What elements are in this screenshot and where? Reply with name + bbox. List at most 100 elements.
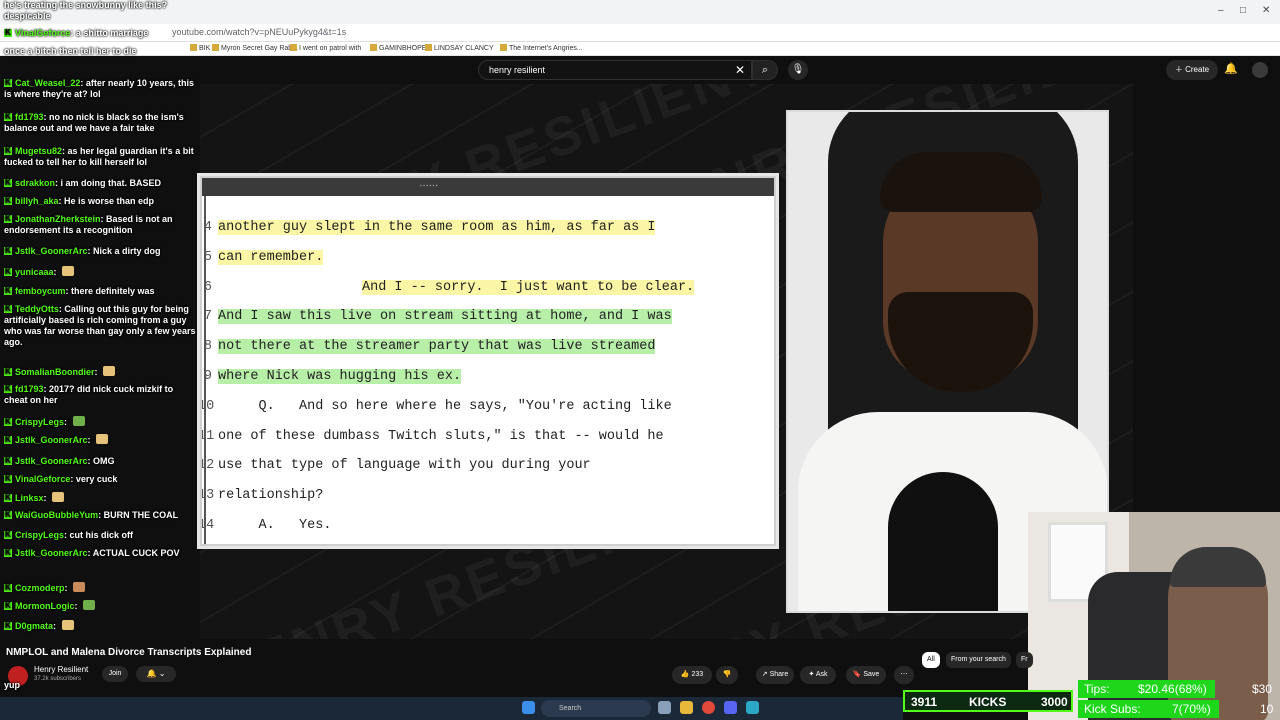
chat-text: yup	[4, 680, 21, 690]
chat-username[interactable]: Jstlk_GoonerArc	[15, 435, 88, 445]
chip-all[interactable]: All	[922, 652, 940, 668]
line-text: can remember.	[218, 249, 324, 265]
pdf-toolbar: ▪ ▪ ▪ ▪ ▪ ▪	[202, 178, 774, 196]
transcript-line: 9 where Nick was hugging his ex.	[204, 365, 774, 391]
chat-message: Jstlk_GoonerArc: Nick a dirty dog	[4, 245, 198, 257]
line-number: 14	[202, 518, 215, 533]
windows-start-icon[interactable]	[522, 701, 535, 714]
ask-button[interactable]: ✦ Ask	[800, 666, 836, 684]
bookmark-item[interactable]: Myron Secret Gay Rab...	[212, 44, 298, 52]
minimize-icon[interactable]: –	[1218, 5, 1224, 16]
search-icon[interactable]: ⌕	[752, 60, 778, 80]
chat-username[interactable]: Jstlk_GoonerArc	[15, 548, 88, 558]
chat-message: VinalGeforce: a shitto marriage	[4, 27, 198, 39]
chat-username[interactable]: WaiGuoBubbleYum	[15, 510, 98, 520]
transcript-line: 13relationship?	[202, 484, 774, 510]
chat-username[interactable]: D0gmata	[15, 621, 53, 631]
chat-username[interactable]: Jstlk_GoonerArc	[15, 246, 88, 256]
chat-username[interactable]: Mugetsu82	[15, 146, 62, 156]
bookmark-item[interactable]: The Internet's Angries...	[500, 44, 583, 52]
chat-username[interactable]: MormonLogic	[15, 601, 75, 611]
bookmark-item[interactable]: I went on patrol with	[290, 44, 361, 52]
chat-message: sdrakkon: i am doing that. BASED	[4, 177, 198, 189]
tips-value: $20.46(68%)	[1138, 682, 1207, 696]
more-actions-icon[interactable]: ⋯	[894, 666, 914, 684]
chat-username[interactable]: Linksx	[15, 493, 44, 503]
discord-icon[interactable]	[724, 701, 737, 714]
kick-badge-icon	[4, 492, 12, 503]
chat-message: Jstlk_GoonerArc: OMG	[4, 455, 198, 467]
chat-username[interactable]: CrispyLegs	[15, 417, 64, 427]
chat-username[interactable]: billyh_aka	[15, 196, 59, 206]
chip-partial[interactable]: Fr	[1016, 652, 1033, 668]
chat-message: Jstlk_GoonerArc:	[4, 434, 198, 446]
chat-username[interactable]: yunicaaa	[15, 267, 54, 277]
kick-badge-icon	[4, 266, 12, 277]
transcript-document: ▪ ▪ ▪ ▪ ▪ ▪ 4 another guy slept in the sa…	[200, 176, 776, 546]
chat-message: femboycum: there definitely was	[4, 285, 198, 297]
save-label: Save	[863, 671, 880, 678]
chat-username[interactable]: TeddyOtts	[15, 304, 59, 314]
chat-username[interactable]: CrispyLegs	[15, 530, 64, 540]
transcript-line: 10 Q. And so here where he says, "You're…	[202, 395, 774, 421]
search-input[interactable]: henry resilient	[489, 65, 545, 75]
share-button[interactable]: ↗ Share	[756, 666, 794, 684]
like-button[interactable]: 👍 233	[672, 666, 712, 684]
chat-username[interactable]: Jstlk_GoonerArc	[15, 456, 88, 466]
chat-message: fd1793: 2017? did nick cuck mizkif to ch…	[4, 383, 198, 406]
chat-message: Jstlk_GoonerArc: ACTUAL CUCK POV	[4, 547, 198, 559]
chat-username[interactable]: Cat_Weasel_22	[15, 78, 80, 88]
chat-username[interactable]: fd1793	[15, 112, 44, 122]
chat-username[interactable]: VinalGeforce	[15, 28, 70, 38]
kick-badge-icon	[4, 111, 12, 122]
kicks-label: KICKS	[969, 695, 1007, 709]
chat-message: D0gmata:	[4, 620, 198, 632]
dislike-button[interactable]: 👎	[716, 666, 738, 684]
kick-badge-icon	[4, 434, 12, 445]
search-box[interactable]: henry resilient ✕	[478, 60, 752, 80]
chat-username[interactable]: femboycum	[15, 286, 66, 296]
clear-search-icon[interactable]: ✕	[735, 63, 745, 77]
bookmark-item[interactable]: LINDSAY CLANCY	[425, 44, 494, 52]
chat-text: a shitto marriage	[75, 28, 149, 38]
line-number: 7	[203, 309, 212, 325]
app-icon[interactable]	[746, 701, 759, 714]
screen: { "browser": { "url": "youtube.com/watch…	[0, 0, 1280, 720]
kick-badge-icon	[4, 366, 12, 377]
transcript-line: 8 not there at the streamer party that wa…	[204, 335, 774, 361]
file-explorer-icon[interactable]	[680, 701, 693, 714]
chat-message: he's treating the snowbunny like this? d…	[4, 0, 198, 22]
chat-username[interactable]: VinalGeforce	[15, 474, 70, 484]
transcript-line: 7 And I saw this live on stream sitting a…	[204, 305, 774, 331]
chat-message: Cat_Weasel_22: after nearly 10 years, th…	[4, 77, 198, 100]
chat-username[interactable]: SomalianBoondier	[15, 367, 95, 377]
close-window-icon[interactable]: ✕	[1262, 5, 1270, 16]
microphone-icon[interactable]: 🎙	[788, 60, 808, 80]
account-avatar[interactable]	[1252, 62, 1268, 78]
chat-username[interactable]: fd1793	[15, 384, 44, 394]
chat-emote-icon	[73, 582, 85, 592]
create-label: Create	[1185, 65, 1210, 74]
save-button[interactable]: 🔖 Save	[846, 666, 886, 684]
chat-username[interactable]: JonathanZherkstein	[15, 214, 101, 224]
chat-text: i am doing that. BASED	[60, 178, 162, 188]
kick-badge-icon	[4, 620, 12, 631]
chrome-icon[interactable]	[702, 701, 715, 714]
taskbar-search[interactable]: Search	[541, 700, 651, 717]
maximize-icon[interactable]: □	[1240, 5, 1246, 16]
line-number: 10	[202, 398, 215, 414]
chat-username[interactable]: Cozmoderp	[15, 583, 65, 593]
chip-from-your-search[interactable]: From your search	[946, 652, 1011, 668]
create-button[interactable]: ＋ Create	[1166, 60, 1218, 80]
chat-text: BURN THE COAL	[103, 510, 179, 520]
notifications-bell-icon[interactable]: 🔔	[1224, 62, 1238, 75]
chat-text: there definitely was	[71, 286, 155, 296]
tips-label: Tips:	[1084, 682, 1110, 696]
windows-taskbar	[0, 697, 903, 720]
chat-username[interactable]: sdrakkon	[15, 178, 55, 188]
bookmark-item[interactable]: GAMINBHOPE	[370, 44, 426, 52]
subs-value: 7(70%)	[1172, 702, 1211, 716]
task-view-icon[interactable]	[658, 701, 671, 714]
chat-overlay: he's treating the snowbunny like this? d…	[0, 0, 200, 720]
kick-badge-icon	[4, 473, 12, 484]
